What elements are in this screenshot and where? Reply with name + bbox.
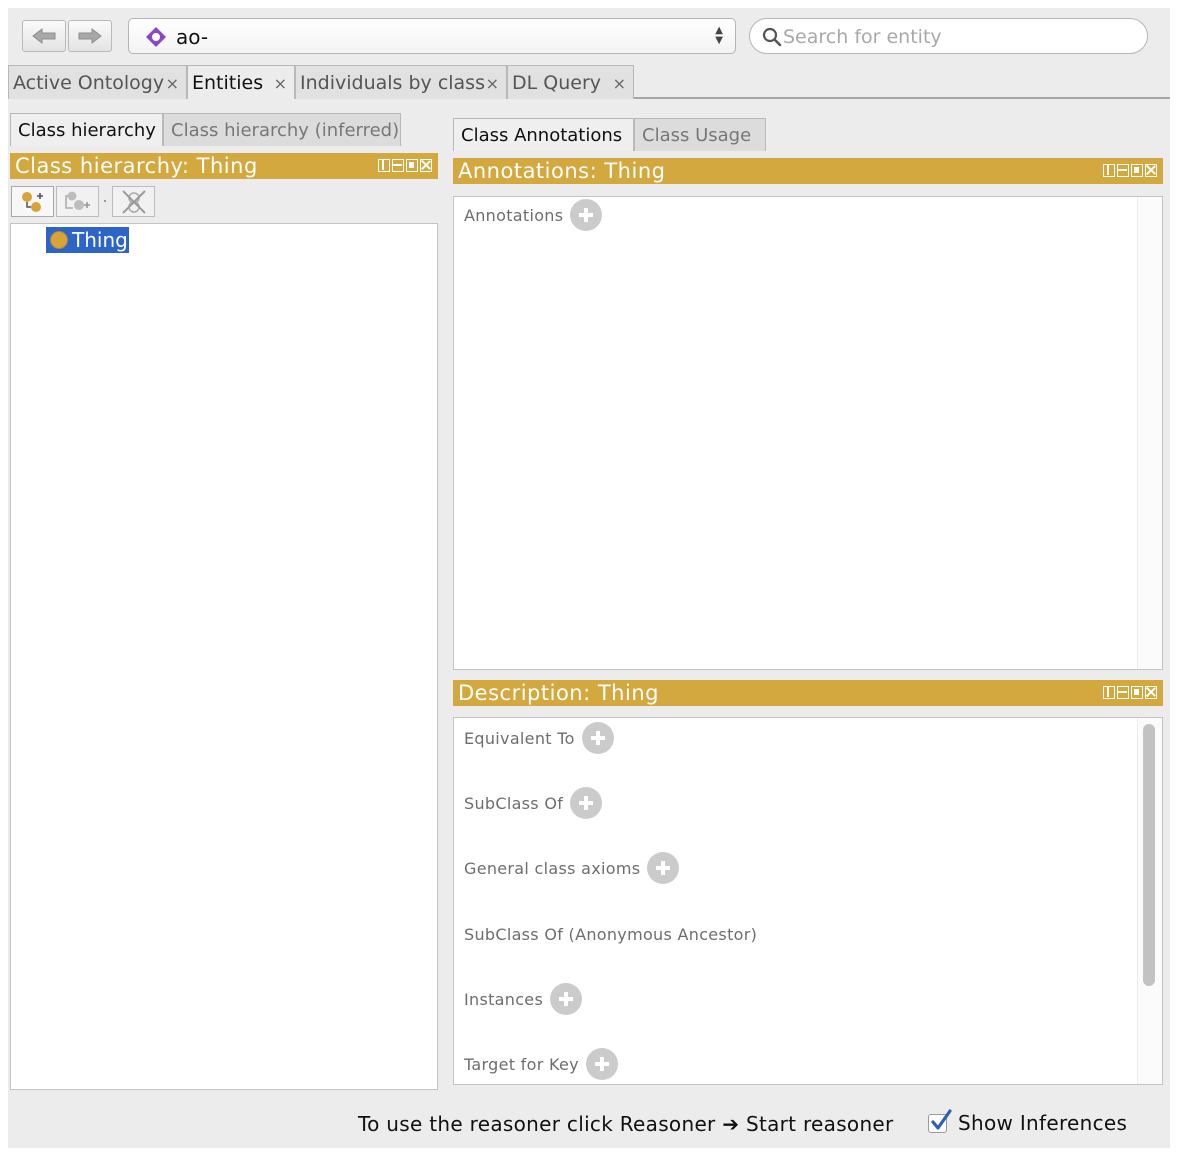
checkmark-icon — [931, 1108, 952, 1130]
split-horizontal-icon[interactable] — [1117, 686, 1129, 699]
view-title: Class hierarchy: Thing — [15, 154, 258, 178]
toolbar-separator — [104, 200, 106, 202]
tab-label: Class Usage — [642, 125, 752, 146]
tab-label: Active Ontology — [13, 72, 165, 94]
section-label: Annotations — [464, 205, 564, 225]
tab-class-annotations[interactable]: Class Annotations — [453, 118, 634, 151]
section-label: SubClass Of — [464, 793, 564, 813]
split-horizontal-icon[interactable] — [1117, 164, 1129, 177]
section-label: Instances — [464, 989, 544, 1009]
general-class-axioms-section: General class axioms — [464, 852, 680, 884]
view-controls — [1103, 686, 1157, 699]
tab-entities[interactable]: Entities × — [187, 65, 295, 99]
show-inferences-label: Show Inferences — [958, 1111, 1128, 1135]
annotations-section: Annotations — [464, 199, 603, 231]
tab-label: Entities — [192, 72, 264, 94]
tab-class-usage[interactable]: Class Usage — [634, 118, 766, 151]
tab-label: DL Query — [512, 72, 601, 94]
subclass-of-section: SubClass Of — [464, 787, 603, 819]
annotations-scrollbar[interactable] — [1137, 197, 1162, 669]
main-tab-bar: Active Ontology × Entities × Individuals… — [8, 65, 1170, 99]
add-general-class-axiom-icon[interactable] — [647, 852, 680, 884]
tab-dl-query[interactable]: DL Query × — [507, 65, 634, 99]
add-equivalent-to-icon[interactable] — [581, 722, 614, 754]
tab-individuals-by-class[interactable]: Individuals by class × — [295, 65, 507, 99]
description-view-header: Description: Thing — [453, 680, 1163, 706]
close-view-icon[interactable] — [420, 159, 432, 172]
target-for-key-section: Target for Key — [464, 1048, 618, 1080]
arrow-right-icon — [78, 28, 102, 44]
protege-window: ao- ▲ ▼ Search for entity Active Ontology… — [8, 8, 1170, 1148]
add-sibling-class-button[interactable] — [56, 186, 99, 217]
search-icon — [762, 27, 782, 47]
forward-button[interactable] — [68, 20, 112, 52]
section-label: SubClass Of (Anonymous Ancestor) — [464, 925, 758, 944]
close-view-icon[interactable] — [1145, 164, 1157, 177]
class-icon — [50, 231, 68, 249]
add-sibling-class-icon — [64, 191, 90, 210]
instances-section: Instances — [464, 983, 583, 1015]
show-inferences-checkbox[interactable] — [928, 1108, 952, 1133]
navigation-buttons — [22, 20, 114, 52]
tab-label: Individuals by class — [300, 72, 485, 94]
add-annotation-icon[interactable] — [570, 199, 603, 231]
section-label: General class axioms — [464, 858, 641, 878]
description-scrollbar-thumb[interactable] — [1143, 724, 1155, 986]
maximize-view-icon[interactable] — [1131, 164, 1143, 177]
description-scrollbar[interactable] — [1137, 718, 1162, 1084]
description-frame: Equivalent To SubClass Of General class … — [453, 717, 1163, 1085]
close-view-icon[interactable] — [1145, 686, 1157, 699]
add-instance-icon[interactable] — [550, 983, 583, 1015]
ontology-diamond-icon — [146, 27, 166, 47]
split-horizontal-icon[interactable] — [392, 159, 404, 172]
close-tab-icon[interactable]: × — [166, 74, 179, 93]
tree-node-label: Thing — [72, 228, 128, 252]
view-title: Description: Thing — [458, 681, 659, 705]
add-target-for-key-icon[interactable] — [585, 1048, 618, 1080]
annotations-frame: Annotations — [453, 196, 1163, 670]
delete-class-icon — [121, 189, 146, 214]
annotations-view-header: Annotations: Thing — [453, 158, 1163, 184]
back-button[interactable] — [22, 20, 66, 52]
delete-class-button[interactable] — [112, 186, 155, 217]
arrow-left-icon — [32, 28, 56, 44]
maximize-view-icon[interactable] — [406, 159, 418, 172]
tab-class-hierarchy-inferred[interactable]: Class hierarchy (inferred) — [163, 113, 401, 146]
tab-label: Class hierarchy — [18, 120, 156, 141]
view-controls — [1103, 164, 1157, 177]
tab-label: Class hierarchy (inferred) — [171, 120, 400, 141]
ontology-selector-value: ao- — [176, 25, 209, 49]
tab-class-hierarchy[interactable]: Class hierarchy — [10, 113, 163, 146]
equivalent-to-section: Equivalent To — [464, 722, 614, 754]
close-tab-icon[interactable]: × — [274, 74, 287, 93]
split-vertical-icon[interactable] — [1103, 164, 1115, 177]
tab-active-ontology[interactable]: Active Ontology × — [8, 65, 187, 99]
add-subclass-button[interactable] — [11, 186, 54, 217]
close-tab-icon[interactable]: × — [613, 74, 626, 93]
close-tab-icon[interactable]: × — [486, 74, 499, 93]
reasoner-hint: To use the reasoner click Reasoner ➔ Sta… — [358, 1112, 894, 1136]
class-hierarchy-view-header: Class hierarchy: Thing — [10, 153, 438, 179]
add-subclass-icon — [21, 191, 43, 212]
maximize-view-icon[interactable] — [1131, 686, 1143, 699]
search-placeholder: Search for entity — [783, 26, 942, 48]
split-vertical-icon[interactable] — [1103, 686, 1115, 699]
tree-node-thing[interactable]: Thing — [46, 227, 129, 253]
view-controls — [378, 159, 432, 172]
search-entity-field[interactable]: Search for entity — [749, 18, 1148, 54]
updown-chevron-icon: ▲ ▼ — [715, 25, 723, 46]
class-hierarchy-tree[interactable]: Thing — [10, 223, 438, 1090]
anonymous-ancestor-section: SubClass Of (Anonymous Ancestor) — [464, 925, 757, 944]
add-subclass-of-icon[interactable] — [570, 787, 603, 819]
section-label: Target for Key — [464, 1054, 579, 1074]
show-inferences-toggle[interactable]: Show Inferences — [928, 1108, 1128, 1135]
section-label: Equivalent To — [464, 728, 575, 748]
ontology-selector[interactable]: ao- ▲ ▼ — [128, 18, 736, 54]
tab-label: Class Annotations — [461, 125, 623, 146]
split-vertical-icon[interactable] — [378, 159, 390, 172]
view-title: Annotations: Thing — [458, 159, 666, 183]
